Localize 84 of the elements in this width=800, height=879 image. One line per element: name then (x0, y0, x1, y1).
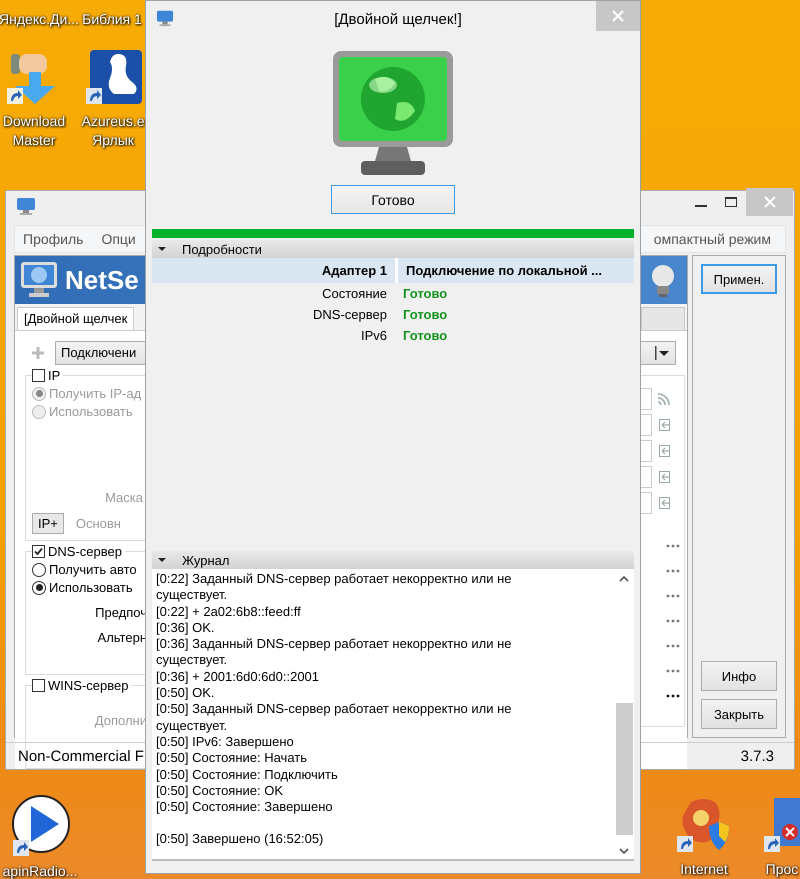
log-line: [0:50] Состояние: OK (156, 782, 284, 800)
icon-label: apinRadio... (2, 862, 78, 879)
dropdown-button[interactable] (641, 341, 676, 365)
field-label: Предпоч (95, 605, 147, 620)
icon-label: Azureus.e Ярлык (81, 112, 145, 150)
table-cell-text: Состояние (321, 286, 388, 301)
table-cell: Подключение по локальной ... (395, 258, 634, 283)
version-text: 3.7.3 (740, 748, 774, 764)
scroll-up-icon[interactable] (618, 575, 630, 583)
more-icon[interactable] (666, 694, 680, 698)
log-line: [0:50] Завершено (16:52:05) (156, 831, 324, 848)
minimize-icon (695, 205, 707, 207)
log-line: [0:50] Состояние: Завершено (156, 799, 334, 816)
option-label: Использовать (49, 580, 133, 595)
option-label: Получить авто (49, 562, 137, 577)
icon-label: Прос (766, 860, 798, 879)
group-label: IP (48, 368, 60, 383)
profile-dropdown[interactable]: Подключени (55, 341, 147, 365)
app-title: NetSe (65, 264, 139, 296)
input-field[interactable] (641, 414, 652, 436)
arrow-in-box-icon[interactable] (656, 495, 672, 511)
menu-item[interactable]: Профиль (23, 231, 84, 247)
log-line: [0:50] OK. (156, 685, 216, 702)
table-cell-text: IPv6 (360, 328, 388, 343)
table-cell-text: Готово (402, 307, 448, 322)
maximize-icon (725, 197, 737, 207)
log-line: [0:36] OK. (156, 620, 216, 636)
arrow-in-box-icon[interactable] (656, 469, 672, 485)
log-line: [0:36] + 2001:6d0:6d0::2001 (156, 668, 320, 686)
icon-label: Download Master (2, 112, 66, 150)
section-title: Журнал (182, 552, 230, 568)
scroll-thumb[interactable] (616, 703, 632, 835)
log-line: [0:50] Заданный DNS-сервер работает некорректно или не существует. (156, 701, 513, 734)
icon-label: Internet (680, 860, 728, 879)
option-label: Получить IP-ад (49, 386, 142, 401)
log-line: [0:50] Состояние: Начать (156, 750, 308, 767)
window-title: [Двойной щелчек!] (333, 11, 463, 28)
table-cell-text: DNS-сервер (312, 307, 388, 322)
section-header[interactable]: Журнал (152, 551, 634, 569)
arrow-in-box-icon[interactable] (656, 417, 672, 433)
log-line: [0:50] IPv6: Завершено (156, 734, 295, 750)
status-button[interactable]: Готово (331, 185, 455, 214)
collapse-icon (156, 555, 168, 565)
icon-label: Яндекс.Ди... (0, 10, 79, 29)
input-field[interactable] (641, 492, 652, 514)
menu-item[interactable]: омпактный режим (654, 231, 771, 247)
monitor-icon (19, 260, 59, 300)
info-button[interactable]: Инфо (701, 661, 777, 691)
caret-icon (655, 344, 671, 362)
icon-label: Библия 1 (82, 10, 142, 29)
log-line: [0:50] Состояние: Подключить (156, 766, 339, 783)
close-icon (612, 10, 624, 22)
radio-button[interactable] (32, 562, 46, 576)
field-label: Дополни (94, 713, 147, 728)
arrow-in-box-icon[interactable] (656, 443, 672, 459)
log-line: [0:22] + 2a02:6b8::feed:ff (156, 604, 302, 620)
group-label: WINS-сервер (48, 678, 128, 693)
input-field[interactable] (641, 466, 652, 488)
monitor-icon (16, 197, 36, 215)
input-field[interactable] (641, 440, 652, 462)
section-title: Подробности (182, 242, 262, 256)
checkbox[interactable] (32, 545, 45, 558)
close-icon (764, 196, 776, 208)
field-label: Маска (105, 490, 143, 505)
wifi-icon[interactable] (656, 391, 672, 407)
table-cell-text: Готово (402, 328, 448, 343)
radio-button[interactable] (32, 580, 46, 594)
play-icon[interactable] (9, 794, 71, 856)
option-label: Использовать (49, 404, 133, 419)
close-button[interactable]: Закрыть (701, 699, 777, 729)
table-cell-text: Готово (402, 286, 448, 301)
section-header[interactable]: Подробности (152, 240, 634, 258)
menu-item[interactable]: Опци (101, 231, 136, 247)
tab[interactable]: [Двойной щелчек (17, 307, 134, 330)
table-cell-text: Адаптер 1 (320, 263, 388, 278)
log-line: [0:22] Заданный DNS-сервер работает некорректно или не существует. (156, 571, 513, 604)
input-field[interactable] (641, 388, 652, 410)
license-text: Non-Commercial F (18, 748, 144, 764)
scroll-down-icon[interactable] (618, 847, 630, 855)
monitor-icon (156, 9, 174, 27)
group-label: DNS-сервер (48, 544, 122, 559)
field-label: Основн (76, 516, 121, 531)
apply-button[interactable]: Примен. (701, 264, 777, 294)
log-line: [0:36] Заданный DNS-сервер работает некорректно или не существует. (156, 636, 513, 669)
